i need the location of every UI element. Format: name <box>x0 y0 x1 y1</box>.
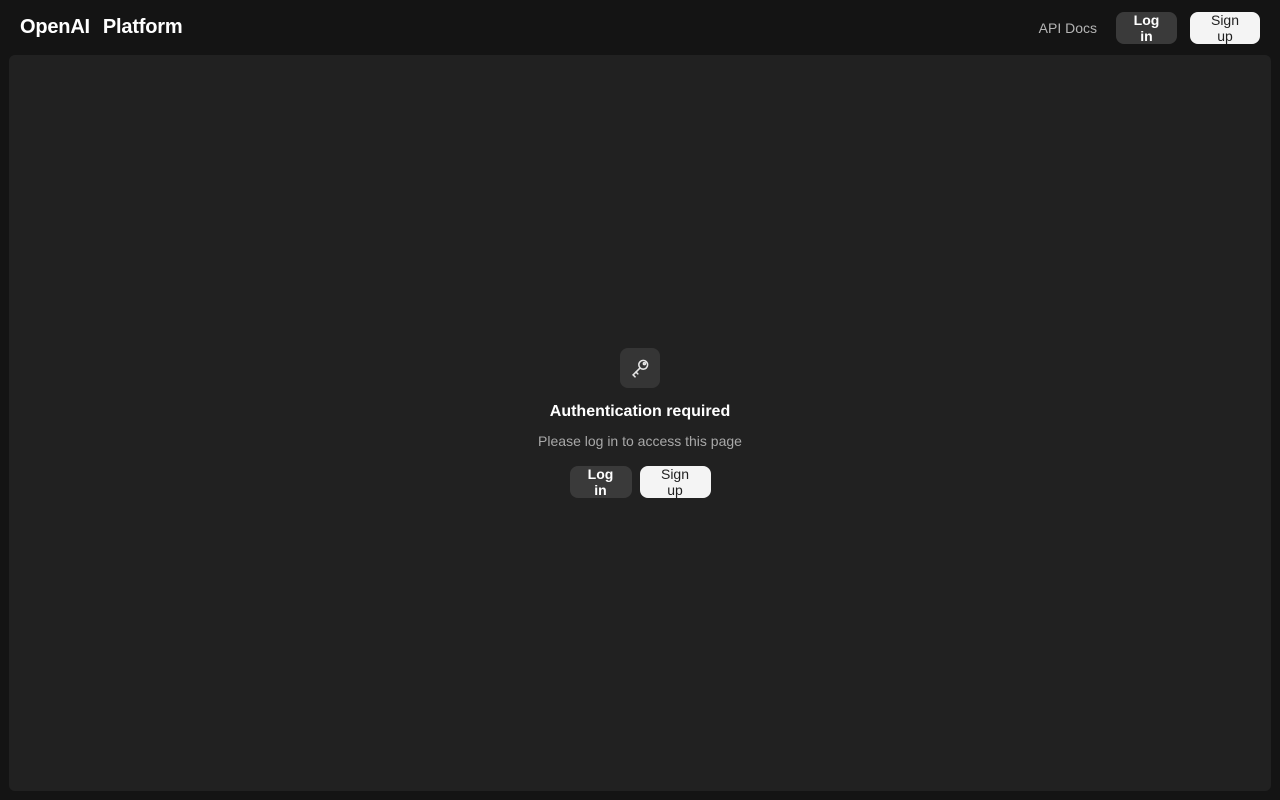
auth-required-card: Authentication required Please log in to… <box>9 348 1271 498</box>
key-icon-tile <box>620 348 660 388</box>
auth-title: Authentication required <box>549 403 731 420</box>
auth-subtitle: Please log in to access this page <box>538 433 742 449</box>
key-icon <box>632 359 649 378</box>
header-signup-button[interactable]: Sign up <box>1190 11 1260 44</box>
header-login-button[interactable]: Log in <box>1116 11 1177 44</box>
login-button[interactable]: Log in <box>569 466 632 498</box>
main-panel: Authentication required Please log in to… <box>9 55 1271 791</box>
brand-logo[interactable]: OpenAI Platform <box>20 16 183 39</box>
signup-button[interactable]: Sign up <box>639 466 711 498</box>
brand-name: OpenAI <box>20 16 90 38</box>
brand-product: Platform <box>102 16 183 38</box>
top-bar: OpenAI Platform API Docs Log in Sign up <box>0 0 1280 55</box>
header-actions: API Docs Log in Sign up <box>1039 11 1260 44</box>
api-docs-link[interactable]: API Docs <box>1039 20 1097 36</box>
auth-actions: Log in Sign up <box>569 466 711 498</box>
